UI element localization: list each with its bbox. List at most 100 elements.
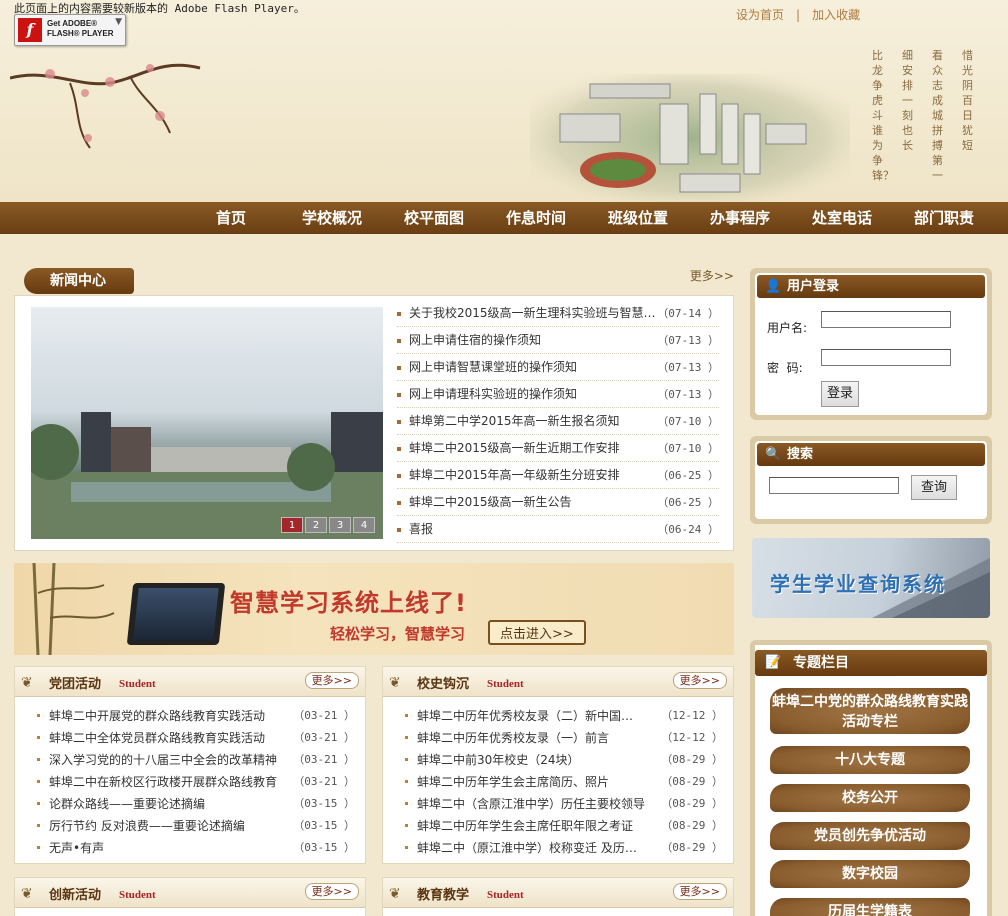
banner-title: 智慧学习系统上线了! (230, 589, 467, 617)
news-item-title[interactable]: 蚌埠第二中学2015年高一新生报名须知 (409, 408, 659, 435)
nav-item-department-duties[interactable]: 部门职责 (893, 202, 995, 234)
query-banner-text: 学生学业查询系统 (770, 572, 946, 596)
section-more-button[interactable]: 更多>> (304, 883, 359, 900)
news-item: 蚌埠二中2015年高一年级新生分班安排 （06-25 ） (397, 462, 719, 489)
bullet-icon (405, 714, 408, 717)
nav-item-home[interactable]: 首页 (180, 202, 282, 234)
topic-digital-campus[interactable]: 数字校园 (770, 860, 970, 888)
nav-item-class-location[interactable]: 班级位置 (587, 202, 689, 234)
list-item: 无声•有声 （03-15 ） (37, 837, 355, 859)
list-item: 蚌埠二中历年优秀校友录（一）前言 （12-12 ） (405, 727, 723, 749)
section-title: 校史钩沉 (417, 677, 470, 692)
list-item-date: （03-15 ） (293, 841, 355, 854)
search-icon: 🔍 (765, 447, 782, 462)
bullet-icon (397, 312, 401, 316)
section-more-button[interactable]: 更多>> (672, 672, 727, 689)
section-more-button[interactable]: 更多>> (304, 672, 359, 689)
news-center-box: 1 2 3 4 关于我校2015级高一新生理科实验班与智慧课堂班 （07-14 ）… (14, 295, 734, 551)
news-item-title[interactable]: 关于我校2015级高一新生理科实验班与智慧课堂班 (409, 300, 659, 327)
login-button[interactable]: 登录 (821, 381, 859, 407)
list-item: 深入学习党的的十八届三中全会的改革精神 （03-21 ） (37, 749, 355, 771)
bullet-icon (397, 420, 401, 424)
news-item-date: （07-10 ） (657, 442, 719, 455)
bullet-icon (397, 474, 401, 478)
bullet-icon (405, 758, 408, 761)
nav-item-school-overview[interactable]: 学校概况 (281, 202, 383, 234)
list-item: 蚌埠二中（原江淮中学）校称变迁 及历任校长 （08-29 ） (405, 837, 723, 859)
poem-column-2: 看众志成城拼搏第一 (932, 49, 943, 182)
list-item-title[interactable]: 蚌埠二中（含原江淮中学）历任主要校领导 (417, 793, 645, 815)
slide-indicator-4[interactable]: 4 (353, 517, 375, 533)
news-item-date: （06-25 ） (657, 496, 719, 509)
student-academic-query-banner[interactable]: 学生学业查询系统 (752, 538, 990, 618)
smart-learning-banner[interactable]: 智慧学习系统上线了! 轻松学习，智慧学习 点击进入>> (14, 563, 734, 655)
username-input[interactable] (821, 311, 951, 328)
tablet-image (126, 583, 226, 645)
section-title: 党团活动 (49, 677, 102, 692)
bullet-icon (37, 802, 40, 805)
login-title: 用户登录 (787, 279, 840, 294)
list-item-title[interactable]: 论群众路线——重要论述摘编 (49, 793, 277, 815)
list-item-title[interactable]: 厉行节约 反对浪费——重要论述摘编 (49, 815, 277, 837)
bullet-icon (405, 824, 408, 827)
list-item-title[interactable]: 无声•有声 (49, 837, 277, 859)
list-item-title[interactable]: 蚌埠二中开展党的群众路线教育实践活动 (49, 705, 277, 727)
news-item-title[interactable]: 网上申请住宿的操作须知 (409, 327, 659, 354)
list-item-date: （03-15 ） (293, 797, 355, 810)
list-item-title[interactable]: 蚌埠二中在新校区行政楼开展群众路线教育 (49, 771, 277, 793)
search-header: 🔍 搜索 (757, 443, 985, 466)
bullet-icon (397, 528, 401, 532)
news-item-title[interactable]: 网上申请智慧课堂班的操作须知 (409, 354, 659, 381)
topic-party-excellence[interactable]: 党员创先争优活动 (770, 822, 970, 850)
list-item-title[interactable]: 蚌埠二中（原江淮中学）校称变迁 及历任校长 (417, 837, 645, 859)
news-item-title[interactable]: 喜报 (409, 516, 659, 543)
username-label: 用户名: (767, 321, 808, 335)
news-item-title[interactable]: 蚌埠二中2015级高一新生近期工作安排 (409, 435, 659, 462)
list-item-title[interactable]: 蚌埠二中历年学生会主席任职年限之考证 (417, 815, 645, 837)
news-slideshow-image[interactable]: 1 2 3 4 (31, 307, 383, 539)
add-favorite-link[interactable]: 加入收藏 (812, 8, 860, 22)
news-more-link[interactable]: 更多>> (690, 267, 734, 284)
set-homepage-link[interactable]: 设为首页 (736, 8, 784, 22)
bullet-icon (37, 846, 40, 849)
section-title: 创新活动 (49, 888, 102, 903)
banner-enter-button[interactable]: 点击进入>> (488, 620, 586, 645)
slide-indicator-1[interactable]: 1 (281, 517, 303, 533)
news-item-title[interactable]: 网上申请理科实验班的操作须知 (409, 381, 659, 408)
section-more-button[interactable]: 更多>> (672, 883, 727, 900)
nav-item-office-phones[interactable]: 处室电话 (791, 202, 893, 234)
nav-item-procedures[interactable]: 办事程序 (689, 202, 791, 234)
news-item: 蚌埠第二中学2015年高一新生报名须知 （07-10 ） (397, 408, 719, 435)
news-item-title[interactable]: 蚌埠二中2015年高一年级新生分班安排 (409, 462, 659, 489)
list-item-date: （08-29 ） (661, 775, 723, 788)
slide-indicator-3[interactable]: 3 (329, 517, 351, 533)
bullet-icon (405, 802, 408, 805)
list-item-title[interactable]: 蚌埠二中全体党员群众路线教育实践活动 (49, 727, 277, 749)
bullet-icon (397, 393, 401, 397)
document-icon: 📝 (765, 655, 782, 670)
slide-indicator-2[interactable]: 2 (305, 517, 327, 533)
news-item-title[interactable]: 蚌埠二中2015级高一新生公告 (409, 489, 659, 516)
topic-mass-line-campaign[interactable]: 蚌埠二中党的群众路线教育实践活动专栏 (770, 688, 970, 734)
search-button[interactable]: 查询 (911, 475, 957, 500)
bullet-icon (397, 501, 401, 505)
section-subtitle: Student (119, 889, 156, 901)
bullet-icon (405, 846, 408, 849)
topic-school-affairs[interactable]: 校务公开 (770, 784, 970, 812)
news-item: 关于我校2015级高一新生理科实验班与智慧课堂班 （07-14 ） (397, 300, 719, 327)
list-item-title[interactable]: 蚌埠二中前30年校史（24块） (417, 749, 645, 771)
list-item-title[interactable]: 蚌埠二中历年优秀校友录（一）前言 (417, 727, 645, 749)
topic-student-records[interactable]: 历届生学籍表 (770, 898, 970, 916)
list-item: 蚌埠二中（含原江淮中学）历任主要校领导 （08-29 ） (405, 793, 723, 815)
nav-item-schedule[interactable]: 作息时间 (485, 202, 587, 234)
nav-item-campus-map[interactable]: 校平面图 (383, 202, 485, 234)
user-icon: 👤 (765, 279, 782, 294)
news-item: 网上申请住宿的操作须知 （07-13 ） (397, 327, 719, 354)
list-item-title[interactable]: 深入学习党的的十八届三中全会的改革精神 (49, 749, 277, 771)
swirl-icon: ❦ (21, 886, 33, 902)
topic-18th-congress[interactable]: 十八大专题 (770, 746, 970, 774)
list-item-title[interactable]: 蚌埠二中历年优秀校友录（二）新中国成立后 (417, 705, 645, 727)
search-input[interactable] (769, 477, 899, 494)
password-input[interactable] (821, 349, 951, 366)
list-item-title[interactable]: 蚌埠二中历年学生会主席简历、照片 (417, 771, 645, 793)
